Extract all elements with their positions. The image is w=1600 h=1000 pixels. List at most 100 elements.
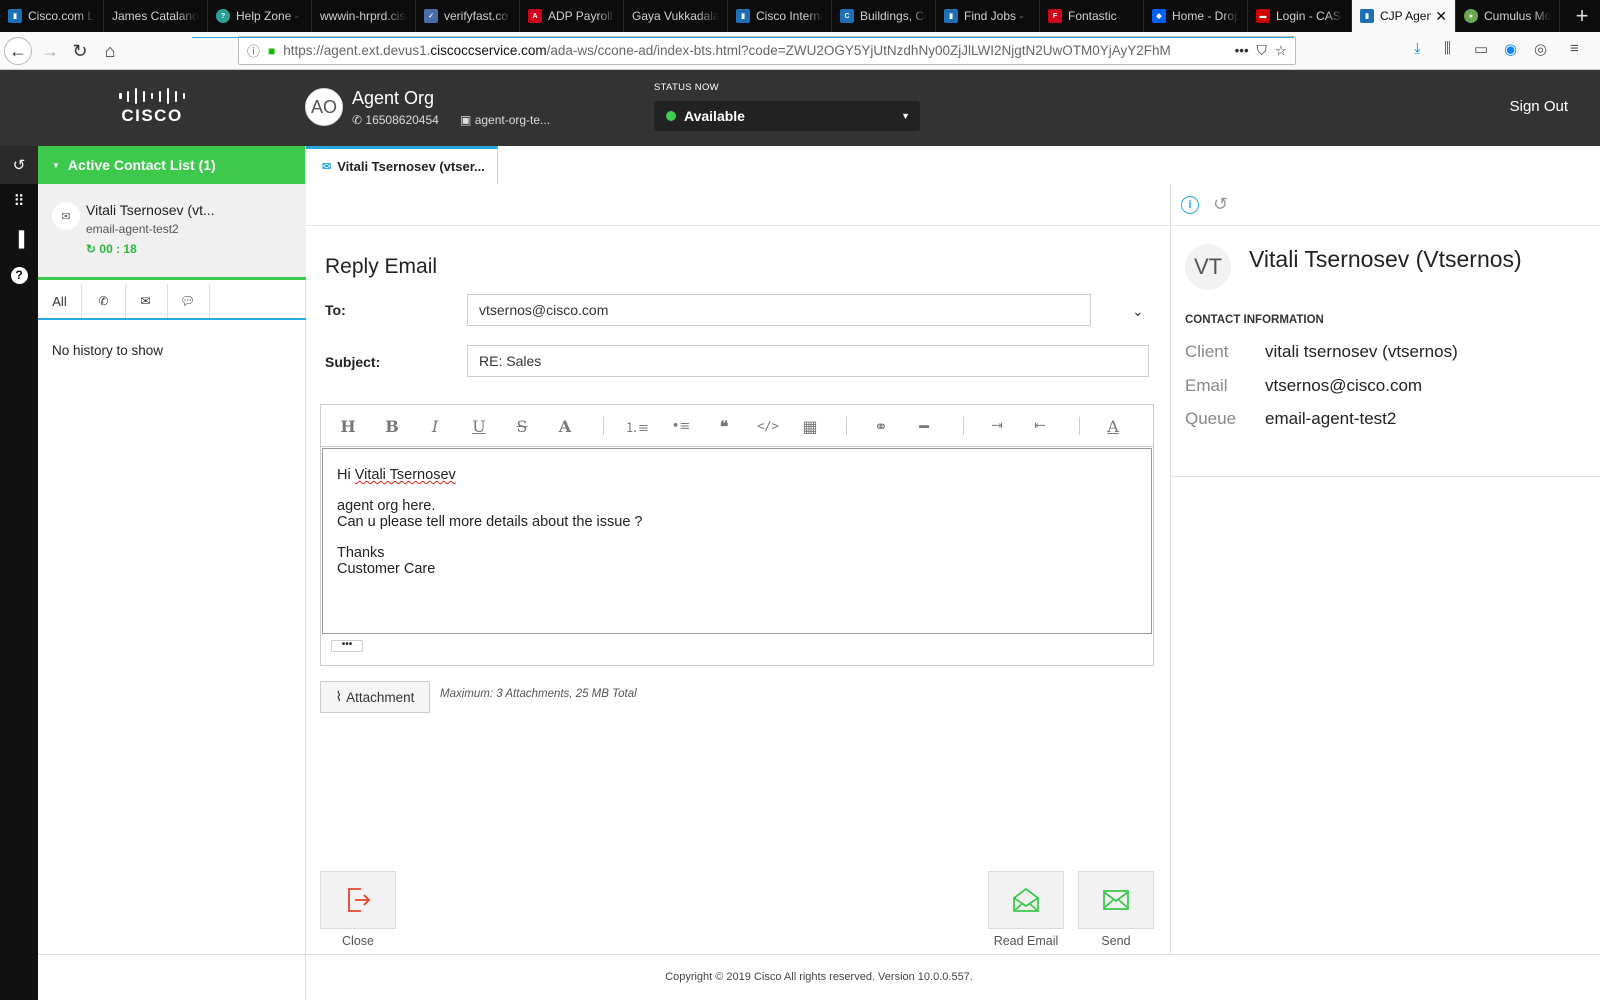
email-icon: ✉	[52, 202, 80, 230]
pocket-icon[interactable]: ⛉	[1257, 43, 1267, 59]
browser-tab-active[interactable]: ▮ CJP Agen ✕	[1352, 0, 1456, 32]
home-icon[interactable]: ⌂	[96, 37, 124, 65]
bullet-list-icon[interactable]: •≡	[670, 416, 692, 436]
tab-chat-icon[interactable]: 💬︎	[166, 284, 210, 318]
browser-tab[interactable]: ✓ verifyfast.co	[416, 0, 520, 32]
body-line: Can u please tell more details about the…	[337, 514, 643, 530]
extension-icon[interactable]: ◉	[1504, 40, 1517, 58]
download-icon[interactable]: ⤓	[1414, 40, 1421, 57]
toolbar-divider	[963, 417, 964, 435]
browser-tab[interactable]: James Catalano	[104, 0, 208, 32]
customer-avatar: VT	[1185, 244, 1231, 290]
strikethrough-icon[interactable]: S	[511, 416, 533, 436]
chevron-down-icon[interactable]: ⌄	[1132, 303, 1144, 320]
history-icon[interactable]: ↺	[0, 146, 38, 184]
contact-queue: email-agent-test2	[86, 222, 179, 236]
status-value: Available	[684, 108, 745, 124]
send-button[interactable]	[1078, 871, 1154, 929]
id-card-icon: ▣	[460, 113, 472, 127]
heading-icon[interactable]: H	[337, 416, 359, 436]
tab-all[interactable]: All	[38, 284, 82, 318]
indent-icon[interactable]: ⇥	[986, 416, 1008, 436]
ordered-list-icon[interactable]: ⒈≡	[625, 416, 649, 436]
browser-tab[interactable]: C Buildings, Co	[832, 0, 936, 32]
url-prefix: https://agent.ext.devus1.	[283, 43, 431, 58]
close-tab-icon[interactable]: ✕	[1435, 8, 1447, 25]
exit-icon	[348, 888, 371, 912]
url-path: /ada-ws/ccone-ad/index-bts.html?code=ZWU…	[546, 43, 1171, 58]
tab-contact-email[interactable]: ✉ Vitali Tsernosev (vtser...	[306, 146, 498, 184]
browser-tab[interactable]: A ADP Payroll	[520, 0, 624, 32]
browser-tab[interactable]: ◆ Home - Drop	[1144, 0, 1248, 32]
tab-phone-icon[interactable]: ✆	[82, 284, 126, 318]
bookmark-star-icon[interactable]: ☆	[1275, 43, 1287, 59]
browser-tab[interactable]: ▬ Login - CAS	[1248, 0, 1352, 32]
url-host: ciscoccservice.com	[430, 43, 547, 58]
browser-tab[interactable]: wwwin-hrprd.cisc	[312, 0, 416, 32]
font-color-icon[interactable]: A	[554, 416, 576, 436]
close-button[interactable]	[320, 871, 396, 929]
email-body-editor[interactable]: Hi Vitali Tsernosev agent org here. Can …	[322, 448, 1152, 634]
outdent-icon[interactable]: ⇤	[1029, 416, 1051, 436]
contact-timer: ↻ 00 : 18	[86, 242, 137, 256]
underline-icon[interactable]: U	[468, 416, 490, 436]
browser-tab[interactable]: ▮ Cisco.com Lo	[0, 0, 104, 32]
code-icon[interactable]: </>	[757, 416, 779, 436]
cisco-logo-text: CISCO	[121, 106, 183, 125]
customer-panel-tabs: i ↺	[1171, 184, 1600, 226]
text-format-icon[interactable]: A	[1102, 416, 1124, 436]
rich-text-editor: H B I U S A ⒈≡ •≡ ❝ </> ▦ ⚭ ━ ⇥ ⇤ A Hi V…	[320, 404, 1154, 666]
info-icon[interactable]: i	[1181, 196, 1199, 214]
open-envelope-icon	[1013, 887, 1039, 912]
tab-favicon-icon: ▮	[8, 9, 22, 23]
link-icon[interactable]: ⚭	[870, 416, 892, 436]
tab-label: Home - Drop	[1172, 9, 1239, 23]
attachment-limit-note: Maximum: 3 Attachments, 25 MB Total	[440, 688, 637, 700]
bold-icon[interactable]: B	[381, 416, 403, 436]
account-icon[interactable]: ◎	[1534, 40, 1547, 58]
active-contact-list-header[interactable]: ▼ Active Contact List (1)	[38, 146, 305, 184]
italic-icon[interactable]: I	[424, 416, 446, 436]
back-arrow-icon[interactable]: ←	[4, 37, 32, 65]
send-label: Send	[1101, 934, 1131, 948]
browser-tab[interactable]: ▮ Cisco Interna	[728, 0, 832, 32]
tab-label: Fontastic	[1068, 9, 1117, 23]
reload-icon[interactable]: ↻	[66, 37, 94, 65]
browser-tab[interactable]: ● Cumulus Mo	[1456, 0, 1560, 32]
status-dropdown[interactable]: Available ▼	[654, 101, 920, 131]
dialpad-icon[interactable]: ⠿	[0, 182, 38, 220]
status-label: STATUS NOW	[654, 82, 719, 93]
sign-out-button[interactable]: Sign Out	[1510, 98, 1568, 115]
menu-hamburger-icon[interactable]: ≡	[1570, 40, 1579, 57]
more-options-button[interactable]: •••	[331, 640, 363, 652]
forward-arrow-icon[interactable]: →	[36, 37, 64, 65]
info-icon[interactable]: ⓘ	[247, 41, 260, 60]
tab-favicon-icon: C	[840, 9, 854, 23]
to-field[interactable]: vtsernos@cisco.com	[467, 294, 1091, 326]
browser-tab[interactable]: ▮ Find Jobs -	[936, 0, 1040, 32]
history-icon[interactable]: ↺	[1213, 194, 1228, 215]
tab-label: Gaya Vukkadala	[632, 9, 719, 23]
agent-avatar[interactable]: AO	[305, 88, 343, 126]
browser-tab[interactable]: F Fontastic	[1040, 0, 1144, 32]
browser-tab[interactable]: Gaya Vukkadala	[624, 0, 728, 32]
blockquote-icon[interactable]: ❝	[713, 416, 735, 436]
help-icon[interactable]: ?	[0, 256, 38, 294]
read-email-button[interactable]	[988, 871, 1064, 929]
subject-field[interactable]: RE: Sales	[467, 345, 1149, 377]
horizontal-rule-icon[interactable]: ━	[913, 416, 935, 436]
attachment-button[interactable]: ⌇ Attachment	[320, 681, 430, 713]
browser-tab[interactable]: ? Help Zone -	[208, 0, 312, 32]
table-icon[interactable]: ▦	[799, 416, 821, 436]
url-bar[interactable]: ⓘ ■ https://agent.ext.devus1.ciscoccserv…	[238, 36, 1296, 65]
reports-chart-icon[interactable]: ▐	[0, 220, 38, 258]
contact-list-item[interactable]: ✉ Vitali Tsernosev (vt... email-agent-te…	[38, 184, 306, 280]
tab-email-icon[interactable]: ✉	[124, 284, 168, 318]
cisco-logo-bars-icon	[119, 88, 185, 104]
sidebar-icon[interactable]: ▭	[1474, 40, 1488, 58]
new-tab-button[interactable]: +	[1564, 0, 1600, 32]
chevron-down-icon: ▼	[901, 111, 910, 121]
library-icon[interactable]: ⫼	[1444, 40, 1451, 57]
page-actions-icon[interactable]: •••	[1235, 43, 1249, 58]
agent-phone-number: 16508620454	[365, 113, 439, 127]
